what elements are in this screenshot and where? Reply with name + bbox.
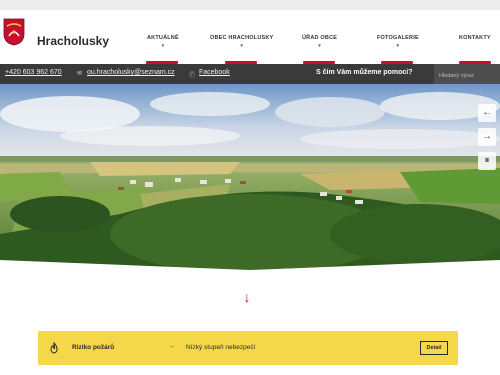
email-icon: ✉: [77, 71, 83, 77]
search-input[interactable]: [434, 66, 500, 86]
nav-item-aktualne[interactable]: AKTUÁLNĚ ▾: [147, 35, 179, 49]
nav-item-kontakty[interactable]: KONTAKTY: [459, 35, 491, 41]
next-slide-button[interactable]: →: [478, 128, 496, 146]
nav-item-label: ÚŘAD OBCE: [302, 35, 338, 41]
nav-item-label: OBEC HRACHOLUSKY: [210, 35, 274, 41]
phone-link[interactable]: +420 603 962 670: [5, 69, 62, 76]
pause-slideshow-button[interactable]: ⏸: [478, 152, 496, 170]
nav-item-label: AKTUÁLNĚ: [147, 35, 179, 41]
flame-icon: [50, 342, 58, 354]
nav-item-label: KONTAKTY: [459, 35, 491, 41]
contact-bar: +420 603 962 670 ✉ ou.hracholusky@seznam…: [0, 64, 500, 84]
fire-risk-detail-button[interactable]: Detail: [420, 341, 448, 355]
chevron-down-icon: ▾: [240, 43, 244, 49]
coat-of-arms-icon[interactable]: [3, 18, 25, 46]
nav-item-fotogalerie[interactable]: FOTOGALERIE ▾: [377, 35, 419, 49]
prev-slide-button[interactable]: ←: [478, 104, 496, 122]
nav-item-obec[interactable]: OBEC HRACHOLUSKY ▾: [210, 35, 274, 49]
site-title[interactable]: Hracholusky: [37, 34, 109, 48]
chevron-down-icon: ▾: [396, 43, 400, 49]
arrow-right-icon: →: [168, 343, 175, 350]
chevron-down-icon: ▾: [161, 43, 165, 49]
facebook-link[interactable]: Facebook: [199, 69, 230, 76]
facebook-icon: ⓕ: [189, 73, 196, 79]
fire-risk-level: Nízký stupeň nebezpečí: [186, 344, 256, 351]
email-link[interactable]: ou.hracholusky@seznam.cz: [87, 69, 175, 76]
fire-risk-title: Riziko požárů: [72, 344, 115, 351]
hero-landscape: [0, 84, 500, 270]
search-box: [434, 64, 500, 86]
page: Hracholusky AKTUÁLNĚ ▾ OBEC HRACHOLUSKY …: [0, 10, 500, 375]
scroll-down-icon[interactable]: ↓: [238, 288, 256, 306]
hero-image: ← → ⏸: [0, 84, 500, 270]
nav-item-urad[interactable]: ÚŘAD OBCE ▾: [302, 35, 338, 49]
help-text: S čím Vám můžeme pomoci?: [316, 69, 413, 76]
fire-risk-banner: Riziko požárů → Nízký stupeň nebezpečí D…: [38, 331, 458, 365]
chevron-down-icon: ▾: [318, 43, 321, 49]
site-header: Hracholusky AKTUÁLNĚ ▾ OBEC HRACHOLUSKY …: [0, 10, 500, 64]
nav-item-label: FOTOGALERIE: [377, 35, 419, 41]
